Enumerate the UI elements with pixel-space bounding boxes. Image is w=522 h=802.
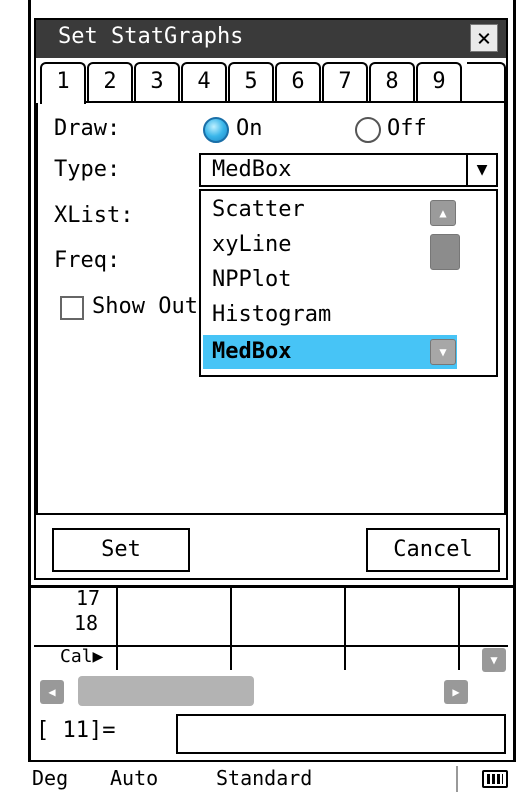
status-divider: [456, 766, 458, 792]
draw-off-radio[interactable]: [355, 117, 381, 143]
type-value: MedBox: [212, 157, 292, 182]
column-divider: [230, 588, 232, 670]
option-scatter[interactable]: Scatter: [203, 193, 417, 227]
arrow-down-icon[interactable]: ▼: [482, 648, 506, 672]
option-xyline[interactable]: xyLine: [203, 228, 417, 262]
tab-7[interactable]: 7: [322, 62, 368, 102]
horizontal-scroll-thumb[interactable]: [78, 676, 254, 706]
set-button[interactable]: Set: [52, 528, 190, 572]
option-npplot[interactable]: NPPlot: [203, 263, 417, 297]
xlist-label: XList:: [54, 203, 134, 228]
draw-on-label: On: [236, 116, 263, 141]
column-divider: [344, 588, 346, 670]
close-icon[interactable]: ×: [470, 24, 498, 52]
dialog-title: Set StatGraphs: [58, 24, 244, 49]
option-histogram[interactable]: Histogram: [203, 298, 417, 332]
option-medbox[interactable]: MedBox: [203, 335, 457, 369]
tab-3[interactable]: 3: [134, 62, 180, 102]
draw-off-label: Off: [387, 116, 427, 141]
status-mode[interactable]: Auto: [110, 766, 158, 790]
tab-2[interactable]: 2: [87, 62, 133, 102]
cancel-button[interactable]: Cancel: [366, 528, 500, 572]
arrow-down-icon[interactable]: ▼: [430, 339, 456, 365]
battery-icon: [482, 770, 508, 788]
chevron-down-icon[interactable]: ▼: [466, 155, 496, 185]
arrow-right-icon[interactable]: ▶: [444, 680, 468, 704]
tab-1[interactable]: 1: [40, 62, 86, 104]
entry-prompt: [ 11]=: [36, 718, 116, 743]
draw-label: Draw:: [54, 116, 121, 141]
tab-8[interactable]: 8: [369, 62, 415, 102]
frame-left-border: [28, 0, 31, 802]
tab-6[interactable]: 6: [275, 62, 321, 102]
status-format[interactable]: Standard: [216, 766, 312, 790]
tab-9[interactable]: 9: [416, 62, 462, 102]
row-label-18: 18: [74, 611, 99, 635]
dialog-bottom-edge: [28, 585, 516, 588]
type-label: Type:: [54, 157, 121, 182]
column-divider: [116, 588, 118, 670]
row-divider: [34, 645, 508, 647]
column-divider: [458, 588, 460, 670]
entry-input[interactable]: [176, 714, 506, 754]
tab-5[interactable]: 5: [228, 62, 274, 102]
arrow-left-icon[interactable]: ◀: [40, 680, 64, 704]
show-outliers-label: Show Outl: [92, 294, 212, 319]
dropdown-scroll-thumb[interactable]: [430, 234, 460, 270]
cal-label[interactable]: Cal▶: [60, 646, 103, 667]
show-outliers-checkbox[interactable]: [60, 296, 84, 320]
draw-on-radio[interactable]: [203, 117, 229, 143]
freq-label: Freq:: [54, 248, 121, 273]
arrow-up-icon[interactable]: ▲: [430, 200, 456, 226]
status-angle[interactable]: Deg: [32, 766, 68, 790]
tab-strip-end: [467, 62, 506, 102]
tab-4[interactable]: 4: [181, 62, 227, 102]
row-label-17: 17: [76, 586, 101, 610]
frame-right-border: [513, 0, 516, 802]
